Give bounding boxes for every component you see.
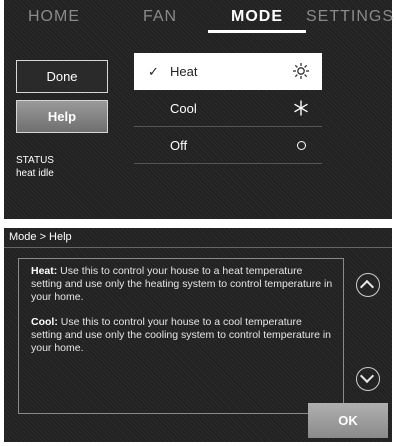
ok-button[interactable]: OK: [308, 403, 388, 438]
tab-fan[interactable]: FAN: [128, 6, 192, 30]
mode-label: Off: [170, 138, 188, 153]
mode-label: Cool: [170, 101, 197, 116]
help-paragraph-heat: Heat: Use this to control your house to …: [31, 265, 333, 304]
checkmark-icon: ✓: [148, 64, 159, 79]
top-nav: HOME FAN MODE SETTINGS: [4, 0, 393, 34]
status-label: STATUS: [16, 155, 54, 166]
active-tab-indicator: [208, 30, 306, 33]
status-value: heat idle: [16, 168, 54, 179]
help-text-box: Heat: Use this to control your house to …: [18, 258, 344, 414]
mode-option-cool[interactable]: Cool: [134, 90, 322, 127]
mode-option-off[interactable]: Off: [134, 127, 322, 164]
help-text-heat: Use this to control your house to a heat…: [31, 265, 333, 303]
chevron-down-icon: [359, 368, 375, 384]
mode-label: Heat: [170, 64, 198, 79]
snowflake-icon: [292, 99, 310, 117]
sun-icon: [292, 62, 310, 80]
help-text-cool: Use this to control your house to a cool…: [31, 316, 331, 354]
circle-icon: [297, 141, 306, 150]
chevron-up-icon: [359, 279, 375, 295]
help-paragraph-cool: Cool: Use this to control your house to …: [31, 316, 333, 355]
scroll-up-button[interactable]: [356, 273, 380, 297]
help-heading-heat: Heat:: [31, 265, 58, 277]
done-button[interactable]: Done: [16, 60, 108, 93]
mode-screen: HOME FAN MODE SETTINGS Done Help STATUS …: [4, 0, 393, 219]
help-breadcrumb: Mode > Help: [4, 228, 392, 248]
mode-option-heat[interactable]: ✓ Heat: [134, 53, 322, 90]
tab-settings[interactable]: SETTINGS: [306, 6, 393, 30]
help-heading-cool: Cool:: [31, 316, 58, 328]
scroll-down-button[interactable]: [356, 367, 380, 391]
help-screen: Mode > Help Heat: Use this to control yo…: [4, 228, 392, 442]
tab-mode[interactable]: MODE: [208, 6, 306, 30]
help-button[interactable]: Help: [16, 100, 108, 133]
tab-home[interactable]: HOME: [14, 6, 94, 30]
mode-list: ✓ Heat Cool Off: [134, 53, 322, 164]
